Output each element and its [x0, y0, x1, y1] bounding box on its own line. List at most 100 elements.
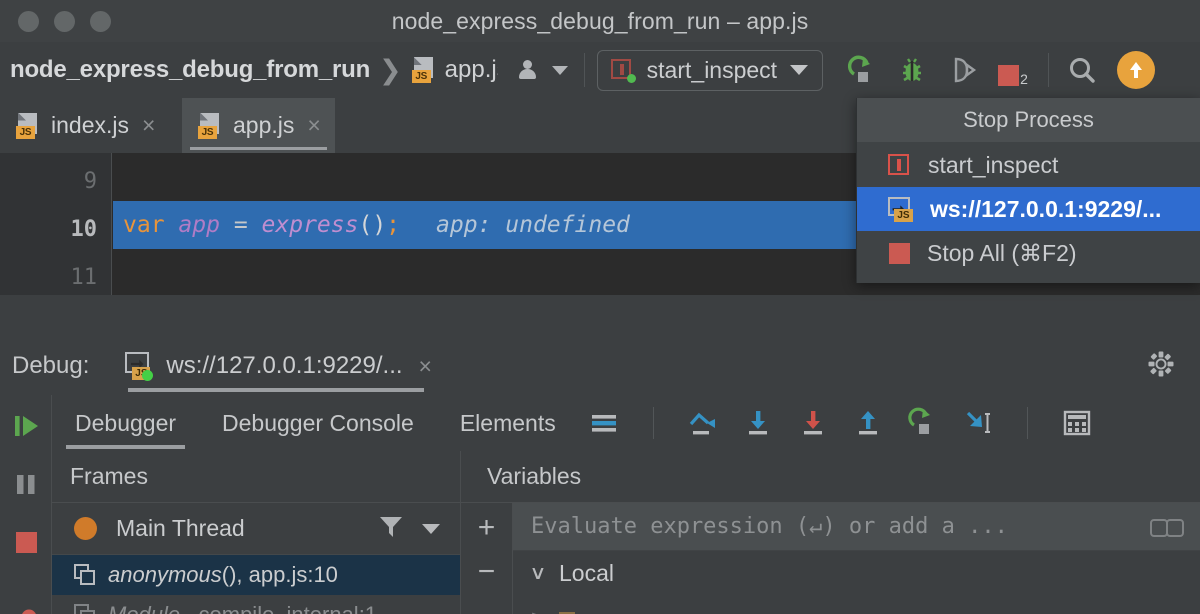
code-operator: =	[233, 212, 248, 238]
vcs-widget[interactable]	[518, 60, 568, 80]
popup-item-stop-all[interactable]: Stop All (⌘F2)	[857, 231, 1200, 275]
stop-count-badge: 2	[1020, 71, 1028, 87]
step-into-button[interactable]	[741, 406, 775, 440]
resume-program-button[interactable]	[9, 409, 43, 443]
stop-icon	[998, 65, 1020, 86]
ws-js-icon: ➞JS	[887, 196, 913, 222]
toolbar-actions: 2	[845, 54, 1030, 86]
frame-fn: Module	[108, 602, 180, 614]
breadcrumb-project[interactable]: node_express_debug_from_run	[10, 56, 370, 84]
breadcrumb-file[interactable]: JS app.js	[411, 56, 498, 84]
code-parens: ()	[358, 212, 387, 238]
watch-controls: + −	[461, 503, 513, 614]
frame-icon	[74, 564, 96, 586]
tab-elements[interactable]: Elements	[437, 395, 579, 451]
evaluate-expression-input[interactable]: Evaluate expression (↵) or add a ...	[513, 503, 1200, 551]
run-config-icon	[610, 58, 636, 83]
evaluate-expression-button[interactable]	[1060, 406, 1094, 440]
frame-fn: anonymous	[108, 562, 222, 587]
frame-args: ._compile	[180, 602, 274, 614]
toolbar-divider	[652, 407, 654, 439]
ws-js-running-icon: ➞ JS	[124, 352, 154, 381]
table-row[interactable]: anonymous(), app.js:10	[52, 555, 460, 595]
update-arrow-icon	[1130, 62, 1143, 78]
frames-header-label: Frames	[70, 463, 148, 489]
add-watch-button[interactable]: +	[478, 513, 496, 557]
variables-panel: Variables + − Evaluate expression (↵) or…	[461, 451, 1200, 614]
search-everywhere-button[interactable]	[1065, 54, 1097, 86]
force-step-into-button[interactable]	[796, 406, 830, 440]
rerun-button[interactable]	[845, 54, 877, 86]
step-out-button[interactable]	[851, 406, 885, 440]
frame-icon	[74, 604, 96, 614]
chevron-right-icon[interactable]: >	[527, 608, 550, 614]
run-config-name: start_inspect	[646, 56, 778, 83]
breadcrumb-separator-icon: ❯	[379, 54, 402, 85]
funnel-icon[interactable]	[376, 511, 406, 546]
gear-icon[interactable]	[1146, 349, 1176, 384]
toolbar-divider-2	[1048, 53, 1050, 87]
frames-header: Frames	[52, 451, 460, 503]
popup-items: start_inspect ➞JS ws://127.0.0.1:9229/..…	[857, 142, 1200, 283]
code-semicolon: ;	[386, 212, 401, 238]
stop-square-icon	[889, 242, 910, 264]
chevron-down-icon	[790, 65, 809, 75]
variables-header: Variables	[461, 451, 1200, 503]
code-keyword: var	[123, 212, 165, 238]
frame-args: ()	[221, 562, 237, 587]
table-row[interactable]: Module._compile, internal:1	[52, 595, 460, 614]
popup-item-label: start_inspect	[928, 151, 1059, 178]
debug-button[interactable]	[896, 54, 928, 86]
pause-program-button[interactable]	[9, 467, 43, 501]
evaluate-placeholder: Evaluate expression (↵) or add a ...	[531, 514, 1008, 539]
js-file-icon: JS	[411, 57, 436, 83]
stop-process-button[interactable]: 2	[998, 54, 1030, 86]
editor-bottom-gap	[0, 295, 1200, 337]
step-over-button[interactable]	[686, 406, 720, 440]
glasses-icon[interactable]	[1150, 517, 1184, 537]
window-title: node_express_debug_from_run – app.js	[391, 7, 809, 34]
debug-tool-window-header: Debug: ➞ JS ws://127.0.0.1:9229/... ×	[0, 337, 1200, 395]
remove-watch-button[interactable]: −	[478, 557, 496, 601]
close-session-button[interactable]: ×	[419, 353, 432, 380]
tab-debugger[interactable]: Debugger	[52, 395, 199, 451]
popup-title: Stop Process	[857, 98, 1200, 142]
table-row[interactable]: >	[513, 596, 1200, 614]
variables-tree: Evaluate expression (↵) or add a ... ∨ L…	[513, 503, 1200, 614]
editor-tab-index[interactable]: JS index.js ×	[0, 98, 169, 153]
close-tab-button[interactable]: ×	[307, 114, 320, 137]
code-variable: app	[178, 212, 220, 238]
line-number: 11	[70, 265, 98, 290]
variable-group-local[interactable]: ∨ Local	[513, 551, 1200, 596]
thread-selector[interactable]: Main Thread	[52, 503, 460, 555]
tab-debugger-console[interactable]: Debugger Console	[199, 395, 437, 451]
debugger-tabs: Debugger Debugger Console Elements	[52, 395, 1200, 451]
editor-tab-label: app.js	[233, 112, 295, 138]
run-to-cursor-button[interactable]	[906, 406, 940, 440]
js-file-icon: JS	[16, 112, 40, 139]
close-tab-button[interactable]: ×	[142, 114, 155, 137]
debug-session-tab[interactable]: ➞ JS ws://127.0.0.1:9229/... ×	[124, 337, 432, 395]
mute-breakpoints-button[interactable]	[587, 406, 621, 440]
debugger-step-toolbar	[587, 406, 1094, 440]
stop-process-popup: Stop Process start_inspect ➞JS ws://127.…	[856, 98, 1200, 283]
view-breakpoints-button[interactable]	[9, 605, 43, 614]
editor-tab-app[interactable]: JS app.js ×	[182, 98, 335, 153]
chevron-down-icon[interactable]	[422, 523, 440, 534]
popup-item-ws-session[interactable]: ➞JS ws://127.0.0.1:9229/...	[857, 187, 1200, 231]
popup-item-start-inspect[interactable]: start_inspect	[857, 143, 1200, 187]
attach-debugger-button[interactable]	[947, 54, 979, 86]
ide-window: node_express_debug_from_run – app.js nod…	[0, 0, 1200, 614]
main-toolbar: node_express_debug_from_run ❯ JS app.j s …	[0, 42, 1200, 98]
run-configuration-selector[interactable]: start_inspect	[596, 49, 824, 91]
editor-gutter[interactable]: 9 10 11	[0, 153, 112, 295]
drop-frame-button[interactable]	[961, 406, 995, 440]
frame-location: , app.js:10	[236, 562, 338, 587]
chevron-down-icon[interactable]: ∨	[527, 562, 550, 585]
chevron-down-icon	[551, 65, 568, 75]
inline-value-hint: app: undefined	[436, 212, 630, 238]
debug-tool-window: Debugger Debugger Console Elements Frame…	[0, 395, 1200, 614]
stop-session-button[interactable]	[9, 525, 43, 559]
update-button[interactable]	[1117, 51, 1156, 89]
line-number-current: 10	[70, 217, 98, 242]
